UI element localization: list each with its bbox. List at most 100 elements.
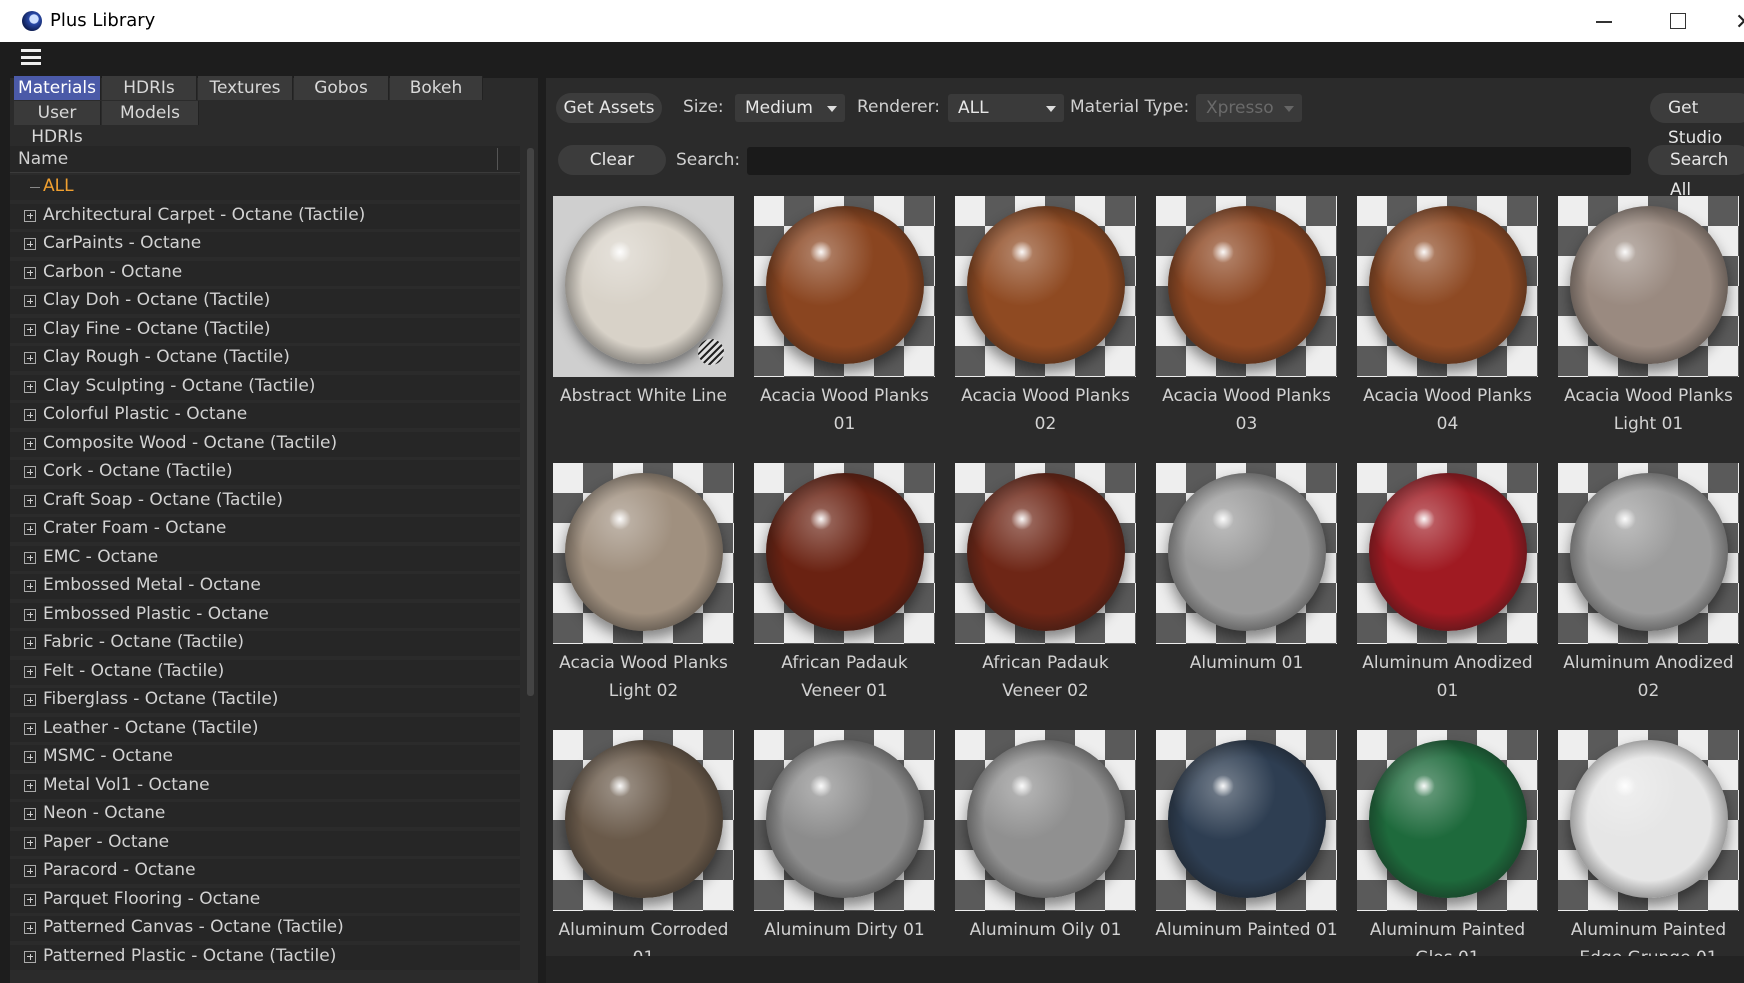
expand-plus-icon[interactable]	[24, 209, 36, 222]
material-tile[interactable]: Aluminum Dirty 01	[754, 730, 935, 956]
expand-plus-icon[interactable]	[24, 295, 36, 307]
expand-plus-icon[interactable]	[24, 893, 36, 906]
material-tile[interactable]: Acacia Wood Planks 03	[1156, 196, 1337, 462]
tree-item[interactable]: Fiberglass - Octane (Tactile)	[10, 688, 520, 713]
column-divider[interactable]	[497, 148, 498, 170]
expand-plus-icon[interactable]	[24, 865, 36, 877]
tree-item[interactable]: Metal Vol1 - Octane	[10, 773, 520, 799]
expand-plus-icon[interactable]	[24, 751, 36, 763]
expand-plus-icon[interactable]	[24, 950, 36, 963]
expand-plus-icon[interactable]	[24, 523, 36, 535]
tree-item[interactable]: Crater Foam - Octane	[10, 517, 520, 542]
tree-item[interactable]: Craft Soap - Octane (Tactile)	[10, 488, 520, 514]
tab-models[interactable]: Models	[102, 101, 199, 125]
expand-plus-icon[interactable]	[24, 665, 36, 678]
tree-item[interactable]: Parquet Flooring - Octane	[10, 887, 520, 913]
tree-item[interactable]: Carbon - Octane	[10, 260, 520, 286]
expand-plus-icon[interactable]	[24, 352, 36, 364]
material-tile[interactable]: African Padauk Veneer 02	[955, 463, 1136, 729]
close-icon[interactable]: ✕	[1735, 10, 1744, 35]
material-tile[interactable]: Aluminum Anodized 02	[1558, 463, 1739, 729]
tab-bokeh[interactable]: Bokeh	[390, 76, 483, 100]
material-thumbnail[interactable]	[955, 463, 1136, 644]
expand-plus-icon[interactable]	[24, 608, 36, 621]
expand-plus-icon[interactable]	[24, 238, 36, 250]
expand-plus-icon[interactable]	[24, 409, 36, 421]
material-thumbnail[interactable]	[955, 196, 1136, 377]
tree-item[interactable]: Architectural Carpet - Octane (Tactile)	[10, 203, 520, 229]
material-tile[interactable]: Aluminum PaintedGlos 01	[1357, 730, 1538, 956]
material-tile[interactable]: Acacia Wood Planks Light 01	[1558, 196, 1739, 462]
tree-item[interactable]: Paper - Octane	[10, 830, 520, 856]
renderer-dropdown[interactable]: ALL	[948, 94, 1064, 122]
material-thumbnail[interactable]	[1156, 730, 1337, 911]
material-thumbnail[interactable]	[754, 196, 935, 377]
tree-item[interactable]: EMC - Octane	[10, 545, 520, 571]
expand-plus-icon[interactable]	[24, 437, 36, 450]
clear-button[interactable]: Clear	[558, 145, 666, 175]
material-tile[interactable]: Acacia Wood Planks 01	[754, 196, 935, 462]
tree-item[interactable]: Leather - Octane (Tactile)	[10, 716, 520, 742]
tab-materials[interactable]: Materials	[14, 76, 101, 100]
material-tile[interactable]: Acacia Wood Planks Light 02	[553, 463, 734, 729]
expand-plus-icon[interactable]	[24, 922, 36, 934]
tree-item[interactable]: Clay Sculpting - Octane (Tactile)	[10, 374, 520, 400]
search-all-button[interactable]: Search All	[1648, 145, 1744, 200]
tab-gobos[interactable]: Gobos	[294, 76, 389, 100]
tree-item[interactable]: Patterned Plastic - Octane (Tactile)	[10, 944, 520, 970]
expand-plus-icon[interactable]	[24, 637, 36, 649]
tree-column-header[interactable]: Name	[10, 146, 520, 173]
get-studio-button[interactable]: Get Studio	[1650, 93, 1744, 148]
material-tile[interactable]: Aluminum Painted 01	[1155, 730, 1338, 956]
expand-plus-icon[interactable]	[24, 779, 36, 792]
tree-item[interactable]: Patterned Canvas - Octane (Tactile)	[10, 916, 520, 941]
tab-hdris[interactable]: HDRIs	[102, 76, 197, 100]
tree-item[interactable]: Composite Wood - Octane (Tactile)	[10, 431, 520, 457]
material-tile[interactable]: Acacia Wood Planks 02	[955, 196, 1136, 462]
tree-item[interactable]: Clay Doh - Octane (Tactile)	[10, 289, 520, 314]
material-tile[interactable]: Aluminum Corroded01	[553, 730, 734, 956]
tree-item[interactable]: Embossed Plastic - Octane	[10, 602, 520, 628]
material-thumbnail[interactable]	[754, 463, 935, 644]
material-tile[interactable]: Aluminum Anodized 01	[1357, 463, 1538, 729]
material-thumbnail[interactable]	[1357, 730, 1538, 911]
tree-item[interactable]: Cork - Octane (Tactile)	[10, 460, 520, 485]
material-tile[interactable]: African Padauk Veneer 01	[754, 463, 935, 729]
material-thumbnail[interactable]	[1558, 463, 1739, 644]
expand-plus-icon[interactable]	[24, 380, 36, 393]
tab-user-hdris[interactable]: User HDRIs	[14, 101, 101, 147]
tree-item[interactable]: Embossed Metal - Octane	[10, 574, 520, 599]
tree-item[interactable]: Paracord - Octane	[10, 859, 520, 884]
expand-plus-icon[interactable]	[24, 808, 36, 820]
expand-plus-icon[interactable]	[24, 466, 36, 478]
expand-plus-icon[interactable]	[24, 551, 36, 564]
material-thumbnail[interactable]	[1558, 730, 1739, 911]
material-thumbnail[interactable]	[1156, 196, 1337, 377]
expand-plus-icon[interactable]	[24, 580, 36, 592]
material-thumbnail[interactable]	[1357, 463, 1538, 644]
size-dropdown[interactable]: Medium	[735, 94, 845, 122]
expand-plus-icon[interactable]	[24, 694, 36, 706]
expand-plus-icon[interactable]	[24, 323, 36, 336]
material-tile[interactable]: Aluminum PaintedEdge Grunge 01	[1558, 730, 1739, 956]
hamburger-menu-icon[interactable]	[21, 49, 41, 65]
material-thumbnail[interactable]	[553, 196, 734, 377]
minimize-icon[interactable]	[1596, 21, 1612, 23]
expand-plus-icon[interactable]	[24, 494, 36, 507]
tree-item[interactable]: Felt - Octane (Tactile)	[10, 659, 520, 685]
tab-textures[interactable]: Textures	[198, 76, 293, 100]
tree-item-all[interactable]: ALL	[10, 175, 520, 200]
material-thumbnail[interactable]	[553, 463, 734, 644]
get-assets-button[interactable]: Get Assets	[556, 93, 662, 123]
expand-plus-icon[interactable]	[24, 836, 36, 849]
material-thumbnail[interactable]	[553, 730, 734, 911]
maximize-icon[interactable]	[1670, 13, 1686, 29]
material-tile[interactable]: Acacia Wood Planks 04	[1357, 196, 1538, 462]
material-thumbnail[interactable]	[1357, 196, 1538, 377]
tree-item[interactable]: MSMC - Octane	[10, 745, 520, 770]
tree-item[interactable]: Clay Rough - Octane (Tactile)	[10, 346, 520, 371]
tree-item[interactable]: Neon - Octane	[10, 802, 520, 827]
expand-plus-icon[interactable]	[24, 266, 36, 279]
material-tile[interactable]: Abstract White Line	[553, 196, 734, 462]
expand-plus-icon[interactable]	[24, 722, 36, 735]
